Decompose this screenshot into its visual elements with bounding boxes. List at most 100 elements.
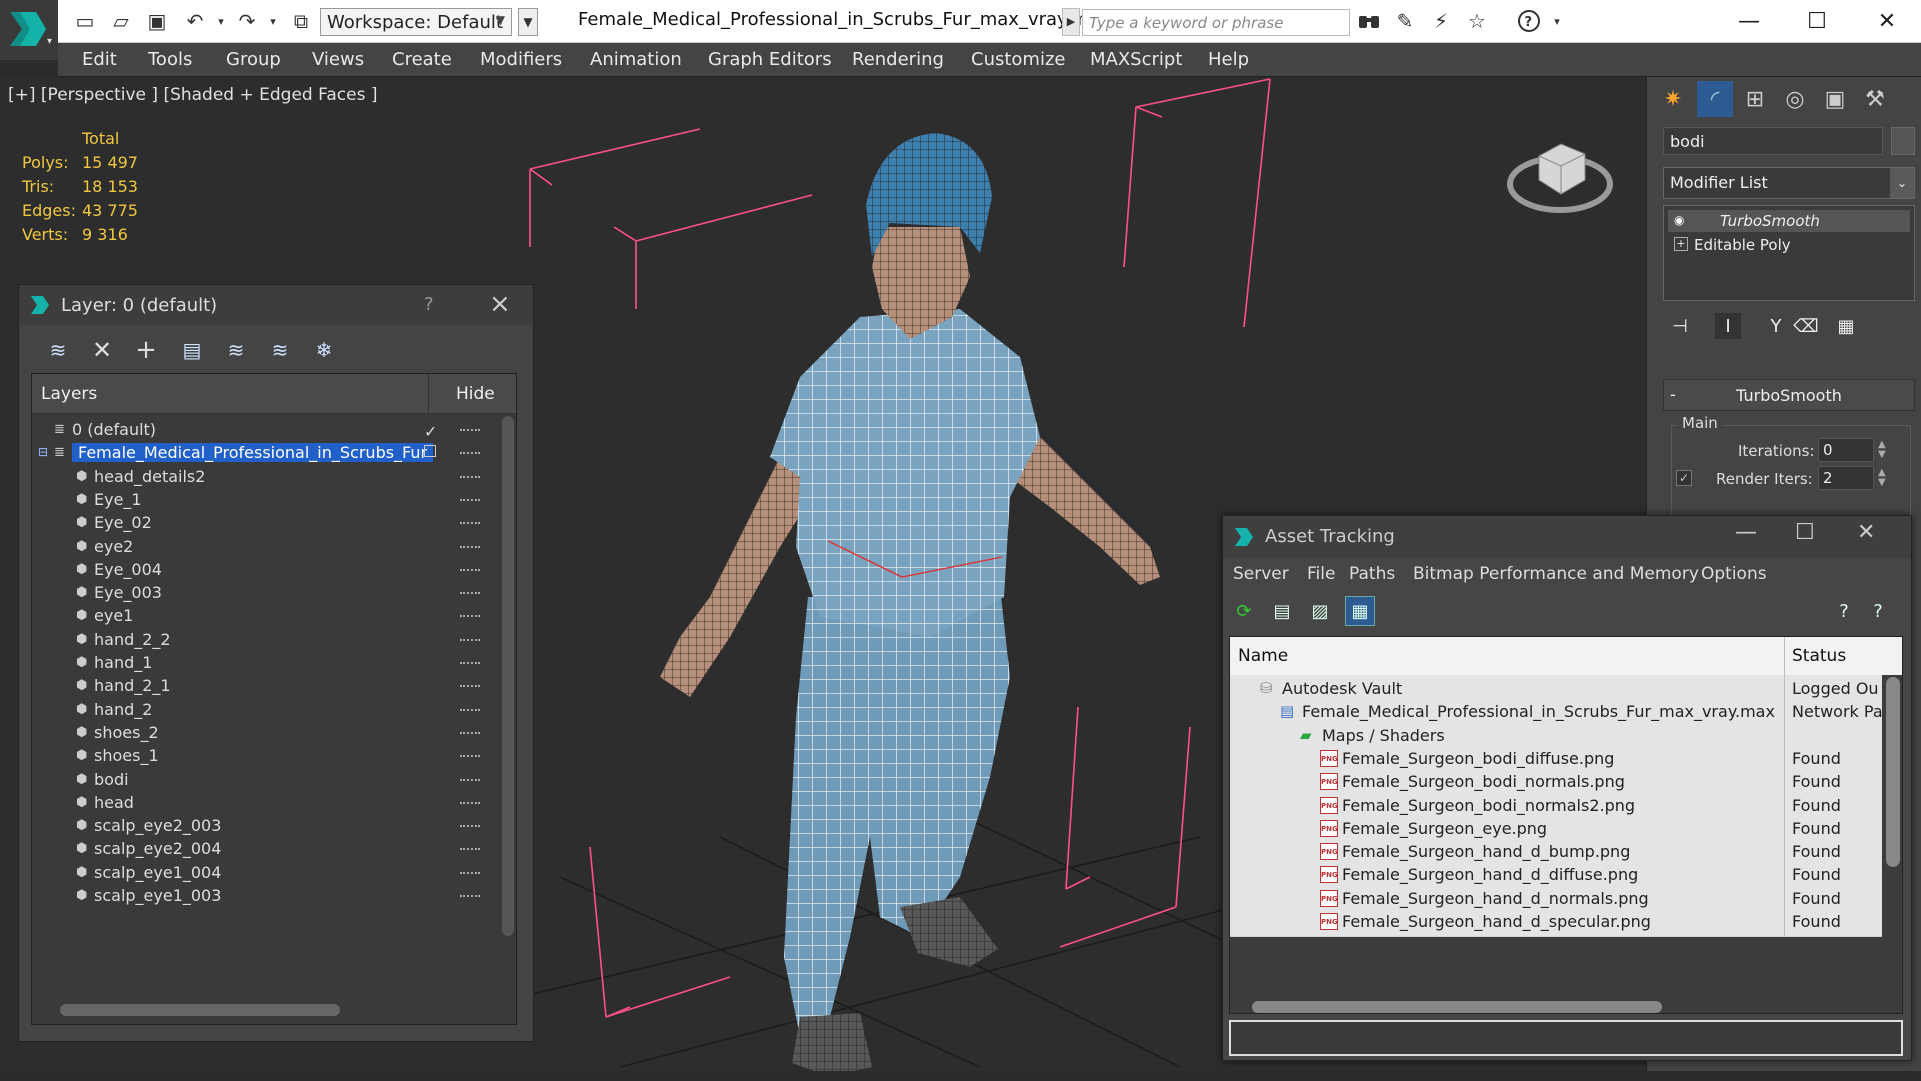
workspace-dropdown[interactable]: Workspace: Default ▼ [320,8,512,36]
name-column-header[interactable]: Name [1238,646,1288,666]
help-dropdown-icon[interactable]: ▾ [1544,8,1570,34]
hide-toggle[interactable] [460,731,480,735]
refresh-icon[interactable]: ⟳ [1229,596,1259,626]
menu-group[interactable]: Group [226,49,281,70]
menu-help[interactable]: Help [1208,49,1249,70]
hide-toggle[interactable] [460,848,480,851]
hide-toggle[interactable] [460,429,480,432]
render-iters-checkbox[interactable]: ✓ [1676,470,1692,486]
remove-modifier-icon[interactable]: ⌫ [1793,313,1819,339]
minimize-icon[interactable]: — [1735,520,1757,545]
list-view-icon[interactable]: ▤ [1267,596,1297,626]
close-icon[interactable]: × [489,289,511,319]
vertical-scrollbar[interactable] [1886,677,1900,867]
help-icon[interactable]: ? [424,294,434,315]
spinner-arrows-icon[interactable]: ▲ ▼ [1878,468,1886,488]
hide-toggle[interactable] [460,522,480,525]
menu-views[interactable]: Views [312,49,364,70]
modify-tab-icon[interactable]: ◜ [1697,81,1733,117]
hide-toggle[interactable] [460,568,480,572]
vertical-scrollbar[interactable] [502,416,514,936]
set-active-layer-icon[interactable] [424,445,436,458]
status-column-header[interactable]: Status [1792,646,1846,666]
search-input[interactable]: Type a keyword or phrase [1082,9,1350,36]
lightbulb-icon[interactable]: ◉ [1674,213,1688,227]
menu-edit[interactable]: Edit [82,49,117,70]
motion-tab-icon[interactable]: ◎ [1777,81,1813,117]
select-layer-icon[interactable]: ▤ [177,333,207,367]
delete-icon[interactable]: ✕ [87,333,117,367]
menu-paths[interactable]: Paths [1349,564,1395,584]
add-icon[interactable]: + [131,333,161,367]
menu-bitmap-performance[interactable]: Bitmap Performance and Memory [1413,564,1699,584]
layer-settings-icon[interactable]: ≋ [43,333,73,367]
hide-toggle[interactable] [460,755,480,758]
favorites-star-icon[interactable]: ☆ [1464,8,1490,34]
show-end-result-icon[interactable]: I [1715,313,1741,339]
expand-icon[interactable]: + [1674,237,1688,251]
menu-graph-editors[interactable]: Graph Editors [708,49,832,70]
horizontal-scrollbar[interactable] [60,1004,340,1016]
help-icon[interactable]: ? [1863,596,1893,626]
hide-toggle[interactable] [460,615,480,618]
display-tab-icon[interactable]: ▣ [1817,81,1853,117]
hide-toggle[interactable] [460,685,480,688]
active-layer-check-icon[interactable]: ✓ [424,422,440,441]
menu-file[interactable]: File [1307,564,1335,584]
menu-maxscript[interactable]: MAXScript [1090,49,1182,70]
collapse-icon[interactable]: ⊟ [38,445,54,461]
hide-toggle[interactable] [460,895,480,898]
exchange-icon[interactable]: ⚡ [1428,8,1454,34]
turbosmooth-rollout[interactable]: - TurboSmooth [1663,379,1915,411]
asset-tracking-titlebar[interactable]: Asset Tracking — ☐ ✕ [1223,516,1911,558]
pin-stack-icon[interactable]: ⊣ [1667,313,1693,339]
app-logo-icon[interactable]: ▾ [0,0,58,60]
horizontal-scrollbar[interactable] [1252,1001,1662,1013]
menu-tools[interactable]: Tools [148,49,192,70]
object-color-swatch[interactable] [1891,127,1915,155]
hide-toggle[interactable] [460,871,480,875]
hide-toggle[interactable] [460,638,480,642]
menu-server[interactable]: Server [1233,564,1289,584]
hide-toggle[interactable] [460,592,480,595]
spinner-arrows-icon[interactable]: ▲ ▼ [1878,440,1886,460]
hide-toggle[interactable] [460,825,480,828]
open-file-icon[interactable]: ▱ [108,8,134,34]
hide-toggle[interactable] [460,498,480,502]
hide-all-icon[interactable]: ≋ [265,333,295,367]
help-icon[interactable]: ? [1516,8,1542,34]
stack-item-editable-poly[interactable]: + Editable Poly [1668,234,1910,256]
configure-sets-icon[interactable]: ▦ [1833,313,1859,339]
hide-toggle[interactable] [460,708,480,712]
hide-toggle[interactable] [460,452,480,455]
table-view-icon[interactable]: ▦ [1345,596,1375,626]
viewport-label[interactable]: [+] [Perspective ] [Shaded + Edged Faces… [8,85,377,105]
highlight-layer-icon[interactable]: ≋ [221,333,251,367]
object-row[interactable]: ⬢ scalp_eye1_003 [32,882,498,911]
render-iters-input[interactable]: 2 [1818,466,1874,490]
redo-icon[interactable]: ↷ [234,8,260,34]
asset-row[interactable]: PNG Female_Surgeon_hand_d_specular.png Fou… [1230,908,1882,937]
stack-item-turbosmooth[interactable]: ◉ TurboSmooth [1668,210,1910,232]
menu-rendering[interactable]: Rendering [852,49,944,70]
menu-animation[interactable]: Animation [590,49,682,70]
create-tab-icon[interactable]: ✷ [1655,81,1691,117]
search-expand-button[interactable]: ▶ [1062,8,1080,36]
save-icon[interactable]: ▣ [144,8,170,34]
hide-toggle[interactable] [460,662,480,665]
undo-dropdown-icon[interactable]: ▾ [208,8,234,34]
minimize-icon[interactable]: — [1722,2,1776,40]
modifier-list-dropdown[interactable]: Modifier List ⌄ [1663,167,1915,199]
close-icon[interactable]: ✕ [1860,2,1914,40]
vault-help-icon[interactable]: ? [1829,596,1859,626]
hide-toggle[interactable] [460,475,480,479]
layer-panel-titlebar[interactable]: Layer: 0 (default) ? × [19,285,533,325]
maximize-icon[interactable]: ☐ [1795,520,1815,545]
iterations-input[interactable]: 0 [1818,438,1874,462]
menu-create[interactable]: Create [392,49,452,70]
make-unique-icon[interactable]: Y [1763,313,1789,339]
menu-options[interactable]: Options [1701,564,1767,584]
hide-toggle[interactable] [460,778,480,782]
hide-column-header[interactable]: Hide [456,384,495,404]
hide-toggle[interactable] [460,801,480,805]
